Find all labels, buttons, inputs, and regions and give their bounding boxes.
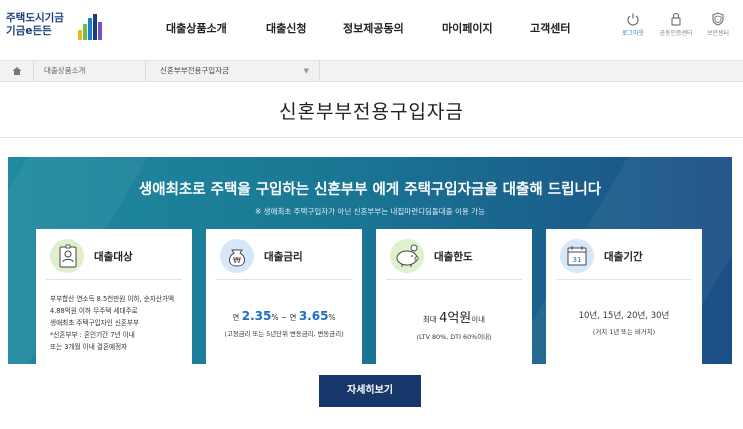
eligibility-line: 생애최초 주택구입자인 신혼부부 bbox=[50, 319, 140, 327]
eligibility-line: 부부합산 연소득 8.5천만원 이하, 순자산가액 bbox=[50, 295, 175, 303]
rate-high: 3.65 bbox=[298, 309, 329, 323]
card-interest-title: 대출금리 bbox=[264, 251, 303, 263]
card-eligibility-title: 대출대상 bbox=[94, 251, 133, 263]
view-details-button[interactable]: 자세히보기 bbox=[319, 375, 421, 407]
limit-suffix: 이내 bbox=[471, 315, 486, 324]
page-title: 신혼부부전용구입자금 bbox=[279, 101, 464, 123]
interest-range: 연 2.35% ~ 연 3.65% bbox=[206, 309, 362, 323]
nav-item-loan-products[interactable]: 대출상품소개 bbox=[166, 20, 227, 36]
nav-item-customer-center[interactable]: 고객센터 bbox=[530, 20, 570, 36]
card-period-body: 10년, 15년, 20년, 30년 (거치 1년 또는 비거치) bbox=[546, 309, 702, 336]
loan-limit: 최대 4억원이내 bbox=[376, 307, 532, 326]
cert-center-label: 공동인증센터 bbox=[659, 30, 693, 37]
eligibility-line: 또는 3개월 이내 결혼예정자 bbox=[50, 343, 128, 351]
breadcrumb-item-category[interactable]: 대출상품소개 bbox=[34, 61, 146, 81]
card-divider bbox=[46, 279, 182, 280]
rate-percent: % bbox=[328, 313, 336, 322]
card-limit-title: 대출한도 bbox=[434, 251, 473, 263]
card-eligibility: 대출대상 부부합산 연소득 8.5천만원 이하, 순자산가액 4.88억원 이하… bbox=[36, 229, 192, 364]
card-period-title: 대출기간 bbox=[604, 251, 643, 263]
svg-text:₩: ₩ bbox=[233, 256, 241, 265]
loan-period: 10년, 15년, 20년, 30년 bbox=[578, 311, 670, 321]
money-bag-icon: ₩ bbox=[220, 239, 254, 273]
power-icon bbox=[627, 13, 639, 26]
nav-item-mypage[interactable]: 마이페이지 bbox=[442, 20, 493, 36]
card-interest-rate: ₩ 대출금리 연 2.35% ~ 연 3.65% (고정금리 또는 5년단위 변… bbox=[206, 229, 362, 364]
breadcrumb-item-product-select[interactable]: 신혼부부전용구입자금 ▼ bbox=[146, 61, 320, 81]
card-interest-body: 연 2.35% ~ 연 3.65% (고정금리 또는 5년단위 변동금리, 변동… bbox=[206, 309, 362, 338]
rate-low: 2.35 bbox=[241, 309, 272, 323]
card-divider bbox=[216, 279, 352, 280]
card-limit-body: 최대 4억원이내 (LTV 80%, DTI 60%이내) bbox=[376, 307, 532, 341]
title-divider bbox=[0, 137, 743, 138]
breadcrumb-home[interactable] bbox=[0, 61, 34, 81]
calendar-icon: 31 bbox=[560, 239, 594, 273]
security-center-label: 보안센터 bbox=[706, 30, 730, 37]
rate-prefix: 연 bbox=[232, 313, 242, 322]
banner-subtext: ※ 생애최초 주택구입자가 아닌 신혼부부는 내집마련디딤돌대출 이용 가능 bbox=[255, 207, 485, 216]
card-eligibility-body: 부부합산 연소득 8.5천만원 이하, 순자산가액 4.88억원 이하 무주택 … bbox=[36, 293, 192, 353]
limit-note: (LTV 80%, DTI 60%이내) bbox=[416, 333, 492, 341]
period-note: (거치 1년 또는 비거치) bbox=[592, 328, 656, 336]
logout-button[interactable]: 로그아웃 bbox=[613, 12, 653, 37]
limit-prefix: 최대 bbox=[422, 315, 440, 324]
breadcrumb: 대출상품소개 신혼부부전용구입자금 ▼ bbox=[0, 60, 743, 82]
id-card-icon bbox=[50, 239, 84, 273]
chevron-down-icon: ▼ bbox=[303, 67, 309, 75]
shield-icon bbox=[712, 12, 724, 26]
card-divider bbox=[556, 279, 692, 280]
site-header: 주택도시기금 기금e든든 대출상품소개 대출신청 정보제공동의 마이페이지 고객… bbox=[0, 0, 743, 56]
card-divider bbox=[386, 279, 522, 280]
nav-item-loan-apply[interactable]: 대출신청 bbox=[266, 20, 306, 36]
cert-center-button[interactable]: 공동인증센터 bbox=[656, 12, 696, 37]
limit-value: 4억원 bbox=[439, 311, 472, 326]
product-banner: 생애최초로 주택을 구입하는 신혼부부 에게 주택구입자금을 대출해 드립니다 … bbox=[8, 157, 732, 364]
calendar-day: 31 bbox=[573, 256, 582, 264]
rate-separator: ~ 연 bbox=[278, 313, 299, 322]
breadcrumb-product-label: 신혼부부전용구입자금 bbox=[160, 66, 229, 75]
lock-icon bbox=[671, 12, 681, 26]
logout-label: 로그아웃 bbox=[621, 30, 645, 37]
banner-headline: 생애최초로 주택을 구입하는 신혼부부 에게 주택구입자금을 대출해 드립니다 bbox=[138, 182, 602, 198]
piggy-bank-icon bbox=[390, 239, 424, 273]
card-loan-limit: 대출한도 최대 4억원이내 (LTV 80%, DTI 60%이내) bbox=[376, 229, 532, 364]
home-icon bbox=[12, 67, 21, 75]
eligibility-line: 4.88억원 이하 무주택 세대주로 bbox=[50, 307, 138, 315]
interest-note: (고정금리 또는 5년단위 변동금리, 변동금리) bbox=[224, 330, 344, 338]
eligibility-line: *신혼부부 : 혼인기간 7년 이내 bbox=[50, 331, 135, 339]
nav-item-info-consent[interactable]: 정보제공동의 bbox=[343, 20, 404, 36]
card-loan-period: 31 대출기간 10년, 15년, 20년, 30년 (거치 1년 또는 비거치… bbox=[546, 229, 702, 364]
security-center-button[interactable]: 보안센터 bbox=[698, 12, 738, 37]
